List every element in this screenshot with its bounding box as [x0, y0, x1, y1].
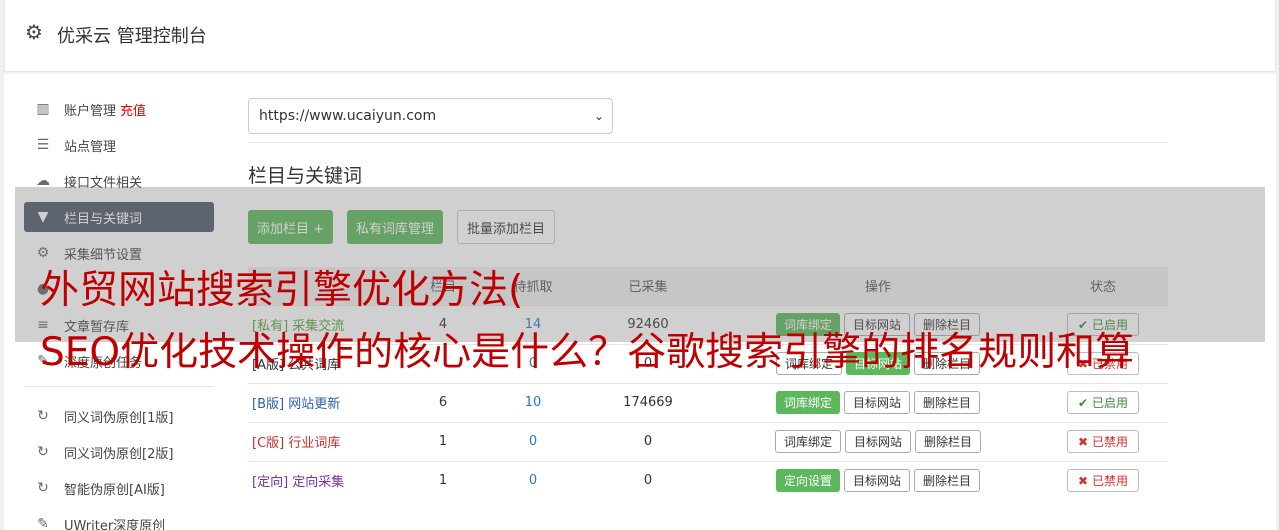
row-collected: 174669	[623, 395, 673, 410]
app-title: 优采云 管理控制台	[57, 26, 207, 47]
row-col: 6	[438, 395, 448, 410]
sidebar-item-label: 同义词伪原创[1版]	[64, 410, 174, 426]
table-row: [C版] 行业词库 1 0 0 词库绑定 目标网站 删除栏目 ✖ 已禁用	[248, 422, 1168, 461]
sidebar-tool-ai[interactable]: ↻ 智能伪原创[AI版]	[24, 473, 214, 503]
section-title: 栏目与关键词	[248, 165, 363, 187]
sidebar-item-label: 站点管理	[64, 139, 117, 155]
table-row: [定向] 定向采集 1 0 0 定向设置 目标网站 删除栏目 ✖ 已禁用	[248, 461, 1168, 500]
refresh-icon: ↻	[37, 408, 49, 424]
server-icon: ☰	[36, 137, 50, 153]
overlay-headline-line2: SEO优化技术操作的核心是什么？谷歌搜索引擎的排名规则和算	[40, 330, 1135, 375]
divider	[248, 142, 1168, 143]
sidebar-item-account[interactable]: ▥ 账户管理 充值	[24, 94, 214, 124]
table-row: [B版] 网站更新 6 10 174669 词库绑定 目标网站 删除栏目 ✔ 已…	[248, 383, 1168, 422]
status-label: 已禁用	[1091, 474, 1128, 489]
site-select-value: https://www.ucaiyun.com	[259, 108, 437, 124]
target-site-button[interactable]: 目标网站	[843, 391, 910, 414]
row-name-link[interactable]: [C版] 行业词库	[248, 422, 398, 461]
recharge-link[interactable]: 充值	[120, 100, 146, 119]
sidebar-tool-synonym-1[interactable]: ↻ 同义词伪原创[1版]	[24, 401, 214, 431]
row-pending[interactable]: 0	[488, 422, 578, 461]
edit-icon: ✎	[37, 516, 49, 530]
bind-lib-button[interactable]: 词库绑定	[774, 430, 841, 453]
delete-column-button[interactable]: 删除栏目	[914, 391, 981, 414]
row-pending[interactable]: 0	[488, 461, 578, 500]
status-badge[interactable]: ✔ 已启用	[1067, 391, 1139, 414]
sidebar-item-label: 智能伪原创[AI版]	[64, 482, 165, 498]
x-icon: ✖	[1078, 434, 1089, 449]
row-collected: 0	[643, 473, 653, 489]
delete-column-button[interactable]: 删除栏目	[915, 430, 982, 453]
overlay-headline-line1: 外贸网站搜索引擎优化方法(	[40, 268, 524, 313]
delete-column-button[interactable]: 删除栏目	[914, 469, 981, 493]
row-pending[interactable]: 10	[488, 383, 578, 422]
gear-icon: ⚙	[25, 20, 43, 44]
sidebar-item-label: 同义词伪原创[2版]	[64, 446, 174, 462]
status-badge[interactable]: ✖ 已禁用	[1067, 469, 1139, 493]
row-name-link[interactable]: [定向] 定向采集	[248, 461, 398, 500]
site-select[interactable]: https://www.ucaiyun.com ⌄	[248, 98, 613, 134]
bind-lib-button[interactable]: 词库绑定	[775, 391, 840, 414]
chevron-down-icon: ⌄	[593, 109, 604, 123]
refresh-icon: ↻	[37, 480, 49, 496]
x-icon: ✖	[1078, 473, 1089, 488]
status-badge[interactable]: ✖ 已禁用	[1067, 430, 1139, 453]
sidebar-item-label: 账户管理	[64, 103, 117, 119]
sidebar-divider	[24, 386, 214, 387]
row-col: 1	[438, 434, 448, 449]
sidebar-tool-uwriter[interactable]: ✎ UWriter深度原创	[24, 509, 214, 530]
sidebar-tool-synonym-2[interactable]: ↻ 同义词伪原创[2版]	[24, 437, 214, 467]
row-col: 1	[438, 473, 448, 489]
sidebar-item-sites[interactable]: ☰ 站点管理	[24, 130, 214, 160]
target-site-button[interactable]: 目标网站	[844, 430, 911, 453]
sidebar-item-label: UWriter深度原创	[64, 518, 166, 530]
top-bar: ⚙ 优采云 管理控制台	[4, 0, 1276, 72]
row-name-link[interactable]: [B版] 网站更新	[248, 383, 398, 422]
status-label: 已启用	[1091, 396, 1128, 410]
check-icon: ✔	[1078, 395, 1089, 410]
target-site-button[interactable]: 目标网站	[843, 469, 910, 493]
refresh-icon: ↻	[37, 444, 49, 460]
bar-chart-icon: ▥	[36, 101, 50, 117]
overlay-band	[15, 187, 1265, 342]
directional-settings-button[interactable]: 定向设置	[775, 469, 840, 493]
row-collected: 0	[643, 434, 653, 449]
status-label: 已禁用	[1091, 435, 1128, 449]
